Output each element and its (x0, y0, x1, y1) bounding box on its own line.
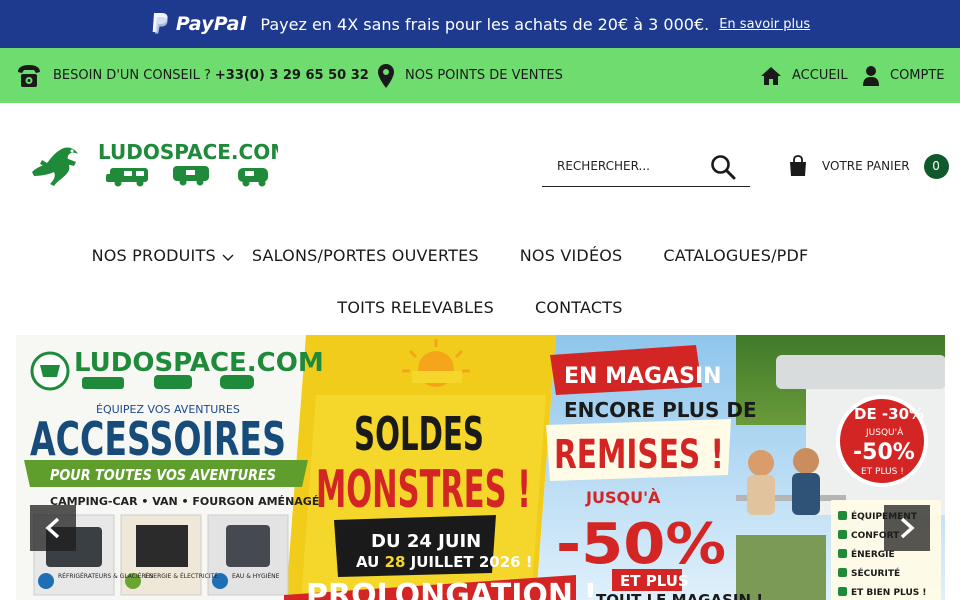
home-icon (761, 66, 781, 85)
banner-jusqua: JUSQU'À (585, 488, 661, 507)
banner-vehicles: CAMPING-CAR • VAN • FOURGON AMÉNAGÉ (50, 495, 319, 508)
banner-logo-text: LUDOSPACE.COM (74, 348, 324, 378)
home-label: ACCUEIL (792, 68, 848, 83)
banner-ribbon: POUR TOUTES VOS AVENTURES (50, 466, 276, 484)
carousel-prev-button[interactable] (30, 505, 76, 551)
banner-encore: ENCORE PLUS DE (564, 398, 757, 422)
paypal-promo-bar: PayPal Payez en 4X sans frais pour les a… (0, 0, 960, 48)
banner-tout: TOUT LE MAGASIN ! (596, 591, 763, 600)
search-bar (542, 145, 750, 187)
banner-etplus: ET PLUS (620, 572, 689, 590)
paypal-logo: PayPal (150, 12, 247, 36)
chevron-right-icon (900, 517, 915, 539)
nav-catalogues-label: CATALOGUES/PDF (663, 246, 809, 265)
logo-text: LUDOSPACE.COM (98, 140, 278, 164)
carousel-next-button[interactable] (884, 505, 930, 551)
nav-salons[interactable]: SALONS/PORTES OUVERTES (252, 246, 479, 265)
learn-more-link[interactable]: En savoir plus (719, 17, 810, 32)
banner-graphic: LUDOSPACE.COM ÉQUIPEZ VOS AVENTURES ACCE… (16, 335, 945, 600)
nav-salons-label: SALONS/PORTES OUVERTES (251, 246, 479, 265)
nav-roofs[interactable]: TOITS RELEVABLES (337, 298, 494, 317)
user-icon (863, 65, 879, 86)
phone-icon (18, 64, 40, 87)
banner-dates-1: DU 24 JUIN (371, 531, 481, 552)
advice-label: BESOIN D'UN CONSEIL ? (53, 68, 211, 83)
banner-cat-fridges: RÉFRIGÉRATEURS & GLACIÈRES (58, 572, 154, 580)
banner-prolongation: PROLONGATION ! (306, 578, 597, 600)
shopping-bag-icon (790, 155, 806, 176)
banner-soldes: SOLDES (354, 407, 484, 461)
promo-text: Payez en 4X sans frais pour les achats d… (260, 14, 710, 34)
chevron-left-icon (45, 517, 60, 539)
cart-link[interactable]: VOTRE PANIER 0 (788, 150, 949, 182)
paypal-icon (152, 13, 168, 34)
banner-monstres: MONSTRES ! (316, 460, 531, 520)
cart-label: VOTRE PANIER (822, 159, 910, 173)
checklist-item-4: SÉCURITÉ (851, 567, 900, 579)
advice-contact[interactable]: BESOIN D'UN CONSEIL ? +33(0) 3 29 65 50 … (15, 48, 369, 103)
account-link[interactable]: COMPTE (862, 48, 945, 103)
info-bar: BESOIN D'UN CONSEIL ? +33(0) 3 29 65 50 … (0, 48, 960, 103)
site-logo[interactable]: LUDOSPACE.COM (28, 136, 290, 192)
nav-videos[interactable]: NOS VIDÉOS (520, 246, 623, 265)
nav-videos-label: NOS VIDÉOS (519, 246, 623, 265)
nav-contacts-label: CONTACTS (534, 298, 623, 317)
chevron-down-icon (222, 254, 234, 261)
search-input[interactable] (542, 158, 702, 173)
phone-number[interactable]: +33(0) 3 29 65 50 32 (215, 68, 369, 83)
banner-headline: ACCESSOIRES (30, 412, 286, 466)
nav-contacts[interactable]: CONTACTS (535, 298, 623, 317)
search-icon[interactable] (710, 154, 736, 180)
badge-line-3: -50% (853, 440, 915, 465)
badge-line-1: DE -30% (854, 405, 924, 423)
account-label: COMPTE (890, 68, 945, 83)
cart-count-badge: 0 (923, 153, 949, 179)
banner-cat-water: EAU & HYGIÈNE (232, 572, 280, 580)
banner-magasin: EN MAGASIN (564, 364, 722, 389)
ludospace-logo-graphic: LUDOSPACE.COM (32, 140, 290, 187)
main-nav-row-1: NOS PRODUITS SALONS/PORTES OUVERTES NOS … (0, 246, 960, 265)
checklist-item-5: ET BIEN PLUS ! (851, 588, 926, 598)
nav-catalogues[interactable]: CATALOGUES/PDF (663, 246, 808, 265)
main-nav-row-2: TOITS RELEVABLES CONTACTS (0, 298, 960, 317)
badge-line-2: JUSQU'À (865, 426, 904, 438)
stores-label: NOS POINTS DE VENTES (405, 68, 563, 83)
badge-line-4: ET PLUS ! (861, 467, 904, 477)
stores-link[interactable]: NOS POINTS DE VENTES (377, 48, 563, 103)
nav-roofs-label: TOITS RELEVABLES (337, 298, 494, 317)
paypal-wordmark: PayPal (175, 13, 247, 35)
banner-percent: -50% (556, 512, 726, 577)
promo-banner-slide[interactable]: LUDOSPACE.COM ÉQUIPEZ VOS AVENTURES ACCE… (16, 335, 945, 600)
banner-remises: REMISES ! (554, 432, 724, 478)
nav-products[interactable]: NOS PRODUITS (92, 246, 234, 265)
banner-cat-energy: ÉNERGIE & ÉLECTRICITÉ (145, 572, 218, 580)
nav-products-label: NOS PRODUITS (91, 246, 216, 265)
map-pin-icon (378, 63, 394, 88)
banner-dates-2: AU 28 JUILLET 2026 ! (356, 553, 533, 571)
home-link[interactable]: ACCUEIL (760, 48, 848, 103)
